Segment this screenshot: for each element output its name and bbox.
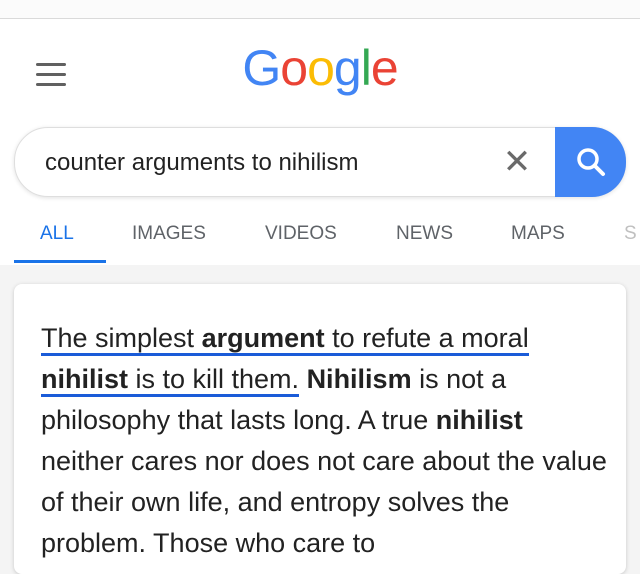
tab-images[interactable]: IMAGES [132,223,206,245]
logo-letter: G [242,40,281,96]
snippet-keyword: nihilist [41,364,128,394]
snippet-text [299,364,307,394]
tab-maps[interactable]: MAPS [511,223,565,245]
logo-letter: e [370,40,399,96]
featured-snippet-card: The simplest argument to refute a moral … [14,284,626,574]
search-bar: ✕ [14,127,626,197]
snippet-text: is to kill them. [128,364,300,394]
snippet-keyword: nihilist [435,405,523,435]
snippet-text: The simplest [41,323,202,353]
status-bar-edge [0,0,640,19]
snippet-keyword: Nihilism [306,364,412,394]
logo-letter: o [280,40,308,96]
search-button[interactable] [555,127,626,197]
logo-letter: l [360,40,372,96]
logo-letter: g [333,40,362,96]
tab-videos[interactable]: VIDEOS [265,223,337,245]
snippet-keyword: argument [201,323,325,353]
logo-letter: o [307,40,335,96]
featured-snippet-text: The simplest argument to refute a moral … [41,318,611,564]
tab-all[interactable]: ALL [40,223,74,245]
tab-shopping[interactable]: S [624,223,637,245]
tab-news[interactable]: NEWS [396,223,453,245]
google-logo[interactable]: Google [0,39,640,97]
active-tab-indicator [14,260,106,263]
search-icon [577,148,605,176]
snippet-text: neither cares nor does not care about th… [41,446,607,558]
search-tabs: ALL IMAGES VIDEOS NEWS MAPS S [0,215,640,265]
close-icon[interactable]: ✕ [499,144,535,180]
header: Google ✕ ALL IMAGES VIDEOS NEWS MAPS S [0,19,640,265]
search-input[interactable] [43,145,467,181]
snippet-text: to refute a moral [324,323,529,353]
